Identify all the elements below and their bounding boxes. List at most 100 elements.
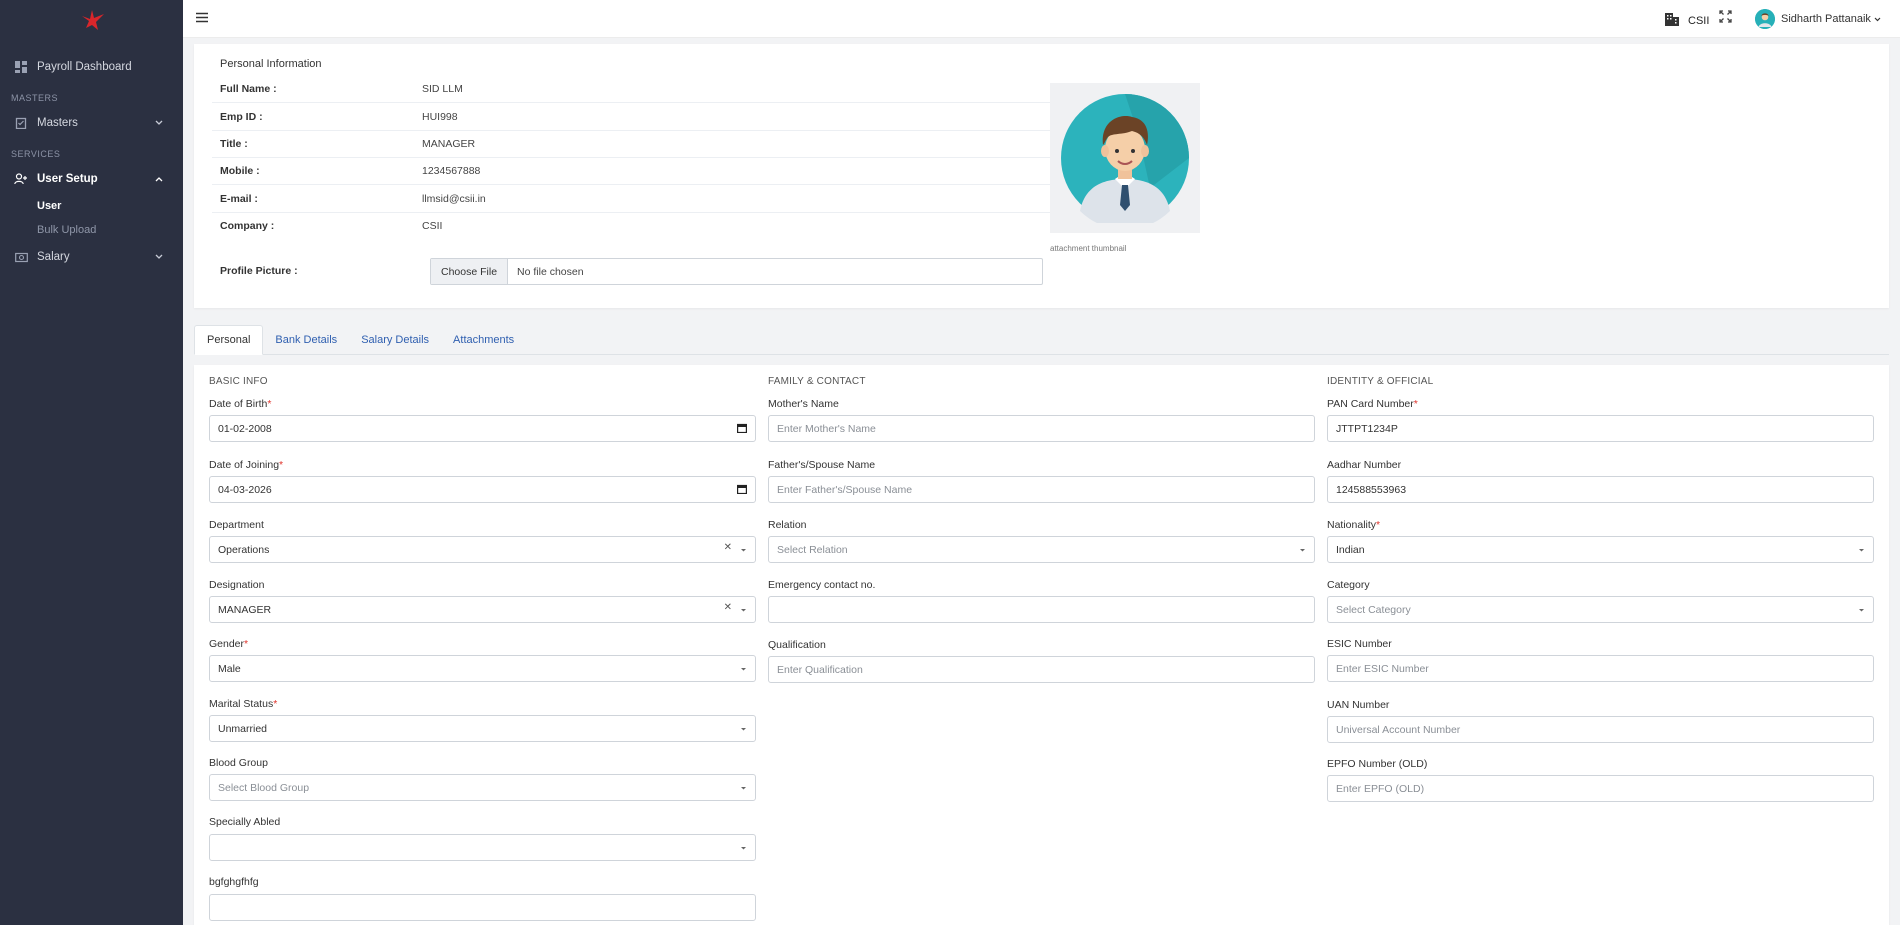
logo[interactable] xyxy=(0,0,183,40)
sidebar-item-masters[interactable]: Masters xyxy=(0,108,183,138)
caret-down-icon xyxy=(1858,544,1865,557)
esic-input[interactable]: Enter ESIC Number xyxy=(1327,655,1874,682)
select-value: Male xyxy=(218,662,241,675)
user-plus-icon xyxy=(14,172,28,186)
chevron-down-icon xyxy=(155,117,163,129)
info-value: 1234567888 xyxy=(422,164,481,177)
required-marker: * xyxy=(279,459,284,471)
select-value: Unmarried xyxy=(218,722,268,735)
profile-picture-file-input[interactable]: Choose File No file chosen xyxy=(430,258,1043,285)
info-value: llmsid@csii.in xyxy=(422,192,486,205)
sidebar-item-label: User Setup xyxy=(37,173,98,185)
mother-name-label: Mother's Name xyxy=(768,398,839,410)
qualification-label: Qualification xyxy=(768,639,826,651)
uan-input[interactable]: Universal Account Number xyxy=(1327,716,1874,743)
required-marker: * xyxy=(1376,519,1381,531)
profile-thumbnail xyxy=(1050,83,1200,233)
label-text: Date of Birth xyxy=(209,398,268,410)
calendar-icon[interactable] xyxy=(737,484,748,497)
info-value: HUI998 xyxy=(422,110,458,123)
label-text: Gender xyxy=(209,638,245,650)
money-icon xyxy=(14,250,28,264)
mother-name-input[interactable]: Enter Mother's Name xyxy=(768,415,1315,442)
sidebar-item-user-setup[interactable]: User Setup xyxy=(0,164,183,194)
epfo-input[interactable]: Enter EPFO (OLD) xyxy=(1327,775,1874,802)
emergency-contact-label: Emergency contact no. xyxy=(768,579,876,591)
father-spouse-name-input[interactable]: Enter Father's/Spouse Name xyxy=(768,476,1315,503)
esic-label: ESIC Number xyxy=(1327,638,1392,650)
label-text: Nationality xyxy=(1327,519,1377,531)
calendar-icon[interactable] xyxy=(737,423,748,436)
user-menu[interactable]: Sidharth Pattanaik xyxy=(1755,9,1881,29)
aadhar-input[interactable]: 124588553963 xyxy=(1327,476,1874,503)
sidebar-item-label: Masters xyxy=(37,117,78,129)
clear-icon[interactable]: ✕ xyxy=(724,602,732,613)
dob-label: Date of Birth* xyxy=(209,398,271,410)
category-select[interactable]: Select Category xyxy=(1327,596,1874,623)
avatar xyxy=(1755,9,1775,29)
date-of-joining-input[interactable]: 04-03-2026 xyxy=(209,476,756,503)
section-heading: BASIC INFO xyxy=(209,376,268,387)
main-content: Personal Information Full Name : SID LLM … xyxy=(183,38,1900,925)
personal-form-card: BASIC INFO Date of Birth* 01-02-2008 Dat… xyxy=(194,365,1889,925)
input-value: 124588553963 xyxy=(1336,483,1407,496)
required-marker: * xyxy=(267,398,272,410)
sidebar-item-salary[interactable]: Salary xyxy=(0,242,183,272)
profile-avatar-illustration xyxy=(1061,94,1189,223)
select-value: Operations xyxy=(218,543,270,556)
clear-icon[interactable]: ✕ xyxy=(724,542,732,553)
sidebar-item-label: Payroll Dashboard xyxy=(37,61,132,73)
input-placeholder: Enter Qualification xyxy=(777,663,863,676)
company-selector[interactable]: CSII xyxy=(1664,12,1709,29)
select-placeholder: Select Relation xyxy=(777,543,848,556)
choose-file-button[interactable]: Choose File xyxy=(431,259,509,284)
company-name: CSII xyxy=(1688,14,1710,27)
sidebar-item-label: Salary xyxy=(37,251,70,263)
input-placeholder: Enter ESIC Number xyxy=(1336,662,1429,675)
label-text: PAN Card Number xyxy=(1327,398,1414,410)
department-select[interactable]: Operations ✕ xyxy=(209,536,756,563)
info-label: Company : xyxy=(220,220,275,232)
card-title: Personal Information xyxy=(220,58,322,70)
marital-status-select[interactable]: Unmarried xyxy=(209,715,756,742)
qualification-input[interactable]: Enter Qualification xyxy=(768,656,1315,683)
section-heading: FAMILY & CONTACT xyxy=(768,376,866,387)
tab-personal[interactable]: Personal xyxy=(194,325,264,355)
sidebar-item-payroll-dashboard[interactable]: Payroll Dashboard xyxy=(0,52,183,82)
input-value: JTTPT1234P xyxy=(1336,422,1398,435)
info-label: E-mail : xyxy=(220,192,258,205)
thumbnail-caption: attachment thumbnail xyxy=(1050,244,1127,253)
tab-attachments[interactable]: Attachments xyxy=(441,325,526,355)
blood-group-label: Blood Group xyxy=(209,757,268,769)
info-value: MANAGER xyxy=(422,137,476,150)
doj-label: Date of Joining* xyxy=(209,459,283,471)
designation-select[interactable]: MANAGER ✕ xyxy=(209,596,756,623)
specially-abled-select[interactable] xyxy=(209,834,756,861)
custom-field-input[interactable] xyxy=(209,894,756,921)
fullscreen-icon[interactable] xyxy=(1719,10,1732,26)
select-value: MANAGER xyxy=(218,603,272,616)
caret-down-icon xyxy=(740,723,747,736)
tab-salary-details[interactable]: Salary Details xyxy=(349,325,441,355)
date-of-birth-input[interactable]: 01-02-2008 xyxy=(209,415,756,442)
caret-down-icon xyxy=(1858,604,1865,617)
blood-group-select[interactable]: Select Blood Group xyxy=(209,774,756,801)
relation-select[interactable]: Select Relation xyxy=(768,536,1315,563)
tab-bank-details[interactable]: Bank Details xyxy=(263,325,349,355)
nationality-select[interactable]: Indian xyxy=(1327,536,1874,563)
info-row-title: Title : MANAGER xyxy=(212,130,1057,158)
input-placeholder: Enter Father's/Spouse Name xyxy=(777,483,913,496)
sidebar-subitem-user[interactable]: User xyxy=(0,194,183,218)
sidebar-subitem-bulk-upload[interactable]: Bulk Upload xyxy=(0,218,183,242)
caret-down-icon xyxy=(740,842,747,855)
uan-label: UAN Number xyxy=(1327,699,1390,711)
select-placeholder: Select Blood Group xyxy=(218,781,310,794)
hamburger-menu-icon[interactable] xyxy=(196,12,208,26)
tab-bar: Personal Bank Details Salary Details Att… xyxy=(194,325,1889,355)
info-row-profile-picture: Profile Picture : xyxy=(212,257,432,285)
emergency-contact-input[interactable] xyxy=(768,596,1315,623)
caret-down-icon xyxy=(740,604,747,617)
gender-select[interactable]: Male xyxy=(209,655,756,682)
pan-card-input[interactable]: JTTPT1234P xyxy=(1327,415,1874,442)
input-placeholder: Universal Account Number xyxy=(1336,723,1461,736)
